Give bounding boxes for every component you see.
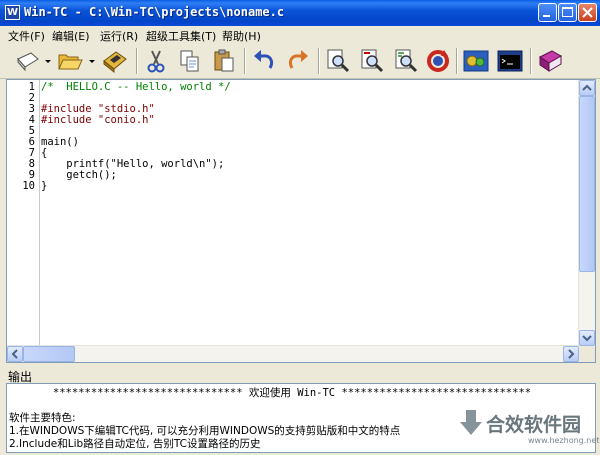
menu-bar: 文件(F) 编辑(E) 运行(R) 超级工具集(T) 帮助(H) — [0, 26, 600, 44]
code-line[interactable]: /* HELLO.C -- Hello, world */ — [41, 82, 231, 93]
toolbar-separator — [318, 48, 320, 74]
code-editor[interactable]: 1 2 3 4 5 6 7 8 9 10 /* HELLO.C -- Hello… — [6, 79, 596, 363]
toolbar-separator — [136, 48, 138, 74]
paste-icon[interactable] — [210, 47, 238, 75]
open-folder-icon[interactable] — [56, 47, 84, 75]
find-next-icon[interactable] — [358, 47, 386, 75]
copy-icon[interactable] — [176, 47, 204, 75]
line-number: 10 — [22, 180, 35, 192]
chevron-down-icon — [582, 335, 592, 342]
horizontal-scroll-thumb[interactable] — [23, 346, 75, 362]
code-line[interactable]: #include "conio.h" — [41, 115, 155, 126]
menu-help[interactable]: 帮助(H) — [222, 28, 261, 44]
new-file-dropdown[interactable] — [45, 60, 51, 63]
toolbar-separator — [530, 48, 532, 74]
find-icon[interactable] — [324, 47, 352, 75]
redo-icon[interactable] — [284, 47, 312, 75]
refresh-icon[interactable] — [424, 47, 452, 75]
compile-run-icon[interactable] — [462, 47, 490, 75]
window-title: Win-TC - C:\Win-TC\projects\noname.c — [24, 5, 285, 19]
watermark-url: www.hezhong.net — [528, 436, 600, 445]
code-line[interactable]: } — [41, 181, 47, 192]
size-grip — [579, 346, 595, 362]
code-line[interactable]: getch(); — [41, 170, 117, 181]
scroll-down-button[interactable] — [579, 330, 595, 346]
cut-icon[interactable] — [142, 47, 170, 75]
help-book-icon[interactable] — [536, 47, 564, 75]
chevron-up-icon — [582, 84, 592, 91]
menu-file[interactable]: 文件(F) — [8, 28, 45, 44]
output-feature-line: 2.Include和Lib路径自动定位, 告别TC设置路径的历史 — [9, 438, 261, 450]
menu-tools[interactable]: 超级工具集(T) — [146, 28, 216, 44]
output-banner: ****************************** 欢迎使用 Win-… — [52, 387, 532, 399]
new-file-icon[interactable] — [13, 47, 41, 75]
undo-icon[interactable] — [250, 47, 278, 75]
replace-icon[interactable] — [392, 47, 420, 75]
vertical-scrollbar[interactable] — [578, 80, 595, 346]
vertical-scroll-thumb[interactable] — [579, 96, 595, 272]
download-arrow-icon — [460, 410, 482, 435]
minimize-icon — [543, 15, 550, 17]
minimize-button[interactable] — [538, 3, 557, 22]
menu-edit[interactable]: 编辑(E) — [52, 28, 90, 44]
horizontal-scrollbar[interactable] — [7, 345, 579, 362]
output-feature-line: 1.在WINDOWS下编辑TC代码, 可以充分利用WINDOWS的支持剪贴版和中… — [9, 425, 401, 437]
line-number-gutter: 1 2 3 4 5 6 7 8 9 10 — [7, 80, 40, 346]
maximize-button[interactable] — [558, 3, 577, 22]
chevron-left-icon — [11, 349, 18, 359]
maximize-icon — [562, 7, 573, 17]
toolbar — [0, 44, 600, 79]
scroll-left-button[interactable] — [7, 346, 23, 362]
scroll-up-button[interactable] — [579, 80, 595, 96]
close-button[interactable] — [578, 3, 597, 22]
watermark-text: 合效软件园 — [486, 414, 582, 436]
app-icon: W — [5, 5, 20, 20]
save-icon[interactable] — [100, 47, 128, 75]
toolbar-separator — [456, 48, 458, 74]
open-folder-dropdown[interactable] — [89, 60, 95, 63]
menu-run[interactable]: 运行(R) — [100, 28, 138, 44]
scroll-right-button[interactable] — [563, 346, 579, 362]
output-features-heading: 软件主要特色: — [9, 412, 76, 424]
close-icon — [582, 7, 593, 18]
chevron-right-icon — [568, 349, 575, 359]
toolbar-separator — [244, 48, 246, 74]
watermark: 合效软件园 www.hezhong.net — [456, 402, 600, 450]
title-bar[interactable]: W Win-TC - C:\Win-TC\projects\noname.c — [0, 0, 600, 26]
console-icon[interactable] — [496, 47, 524, 75]
